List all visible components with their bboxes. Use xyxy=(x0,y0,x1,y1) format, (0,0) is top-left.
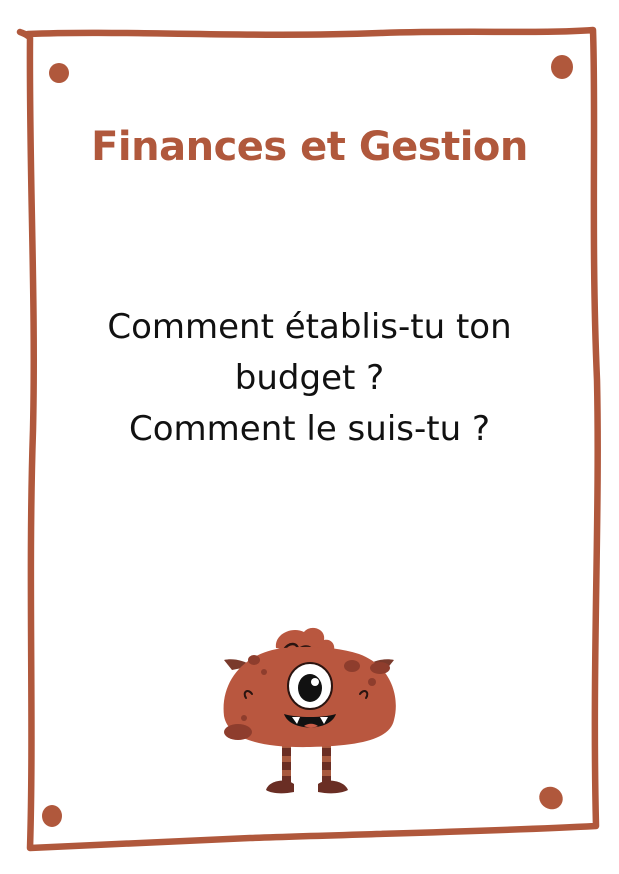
card-question: Comment établis-tu ton budget ? Comment … xyxy=(60,302,559,455)
pin-top-right-icon xyxy=(551,55,573,79)
pin-bottom-right-icon xyxy=(539,786,563,810)
question-card: Finances et Gestion Comment établis-tu t… xyxy=(0,0,619,874)
question-line-2: budget ? xyxy=(234,358,385,398)
card-title: Finances et Gestion xyxy=(91,124,528,170)
question-line-1: Comment établis-tu ton xyxy=(107,307,512,347)
pin-bottom-left-icon xyxy=(42,805,62,827)
question-line-3: Comment le suis-tu ? xyxy=(129,409,490,449)
pin-top-left-icon xyxy=(49,63,69,83)
monster-mascot-icon xyxy=(223,627,396,794)
